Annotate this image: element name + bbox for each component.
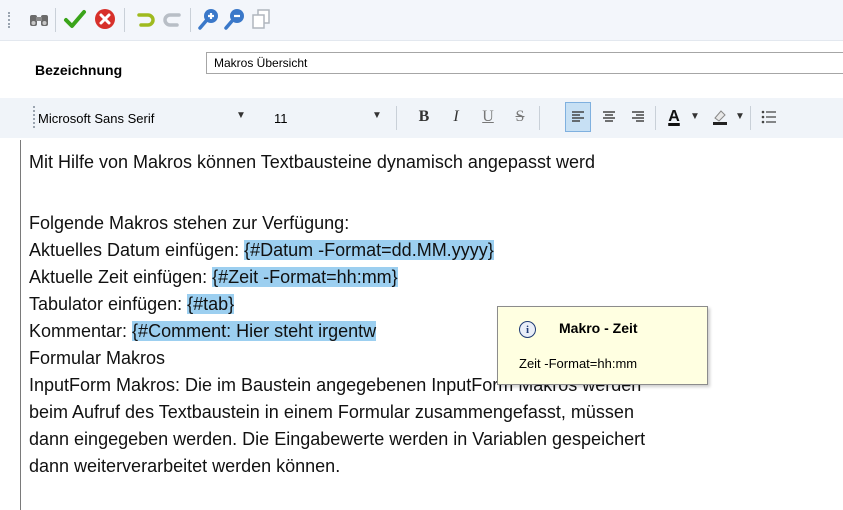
editor-line: beim Aufruf des Textbaustein in einem Fo…: [29, 402, 634, 422]
highlight-chevron-down-icon[interactable]: ▼: [735, 111, 745, 122]
name-field[interactable]: [206, 52, 843, 74]
binoculars-icon[interactable]: [26, 6, 52, 32]
zoom-out-icon[interactable]: [222, 6, 248, 32]
bold-button[interactable]: B: [411, 102, 437, 132]
align-center-button[interactable]: [596, 102, 622, 132]
macro-comment[interactable]: {#Comment: Hier steht irgentw: [132, 321, 377, 341]
editor-line: Aktuelles Datum einfügen: {#Datum -Forma…: [29, 240, 494, 261]
align-center-icon: [603, 111, 615, 122]
macro-line-label: Aktuelles Datum einfügen:: [29, 240, 245, 260]
font-chevron-down-icon[interactable]: ▼: [236, 110, 246, 121]
editor-line: Aktuelle Zeit einfügen: {#Zeit -Format=h…: [29, 267, 398, 288]
macro-tooltip: i Makro - Zeit Zeit -Format=hh:mm: [497, 306, 708, 385]
rich-text-editor[interactable]: Mit Hilfe von Makros können Textbaustein…: [20, 140, 843, 510]
font-family-select[interactable]: Microsoft Sans Serif: [38, 111, 154, 126]
info-icon: i: [519, 321, 536, 338]
bullet-list-button[interactable]: [756, 102, 782, 132]
macro-datum[interactable]: {#Datum -Format=dd.MM.yyyy}: [244, 240, 494, 260]
editor-line: Tabulator einfügen: {#tab}: [29, 294, 235, 315]
align-right-button[interactable]: [625, 102, 651, 132]
redo-icon[interactable]: [160, 6, 186, 32]
align-left-button[interactable]: [565, 102, 591, 132]
name-label: Bezeichnung: [35, 62, 123, 78]
font-color-chevron-down-icon[interactable]: ▼: [690, 111, 700, 122]
italic-button[interactable]: I: [443, 102, 469, 132]
align-left-icon: [572, 111, 584, 122]
editor-line: dann weiterverarbeitet werden können.: [29, 456, 341, 476]
strikethrough-button[interactable]: S: [507, 102, 533, 132]
main-toolbar: [0, 0, 843, 41]
zoom-in-icon[interactable]: [196, 6, 222, 32]
toolbar-grip[interactable]: [8, 12, 13, 28]
check-icon[interactable]: [62, 6, 88, 32]
editor-line: Mit Hilfe von Makros können Textbaustein…: [29, 152, 595, 172]
copy-icon[interactable]: [248, 6, 274, 32]
font-color-button[interactable]: A: [661, 102, 687, 132]
macro-line-label: Aktuelle Zeit einfügen:: [29, 267, 213, 287]
tooltip-title: Makro - Zeit: [559, 320, 638, 336]
align-right-icon: [632, 111, 644, 122]
macro-tab[interactable]: {#tab}: [187, 294, 235, 314]
highlight-color-button[interactable]: [707, 102, 733, 132]
bullet-list-icon: [761, 110, 776, 124]
tooltip-body: Zeit -Format=hh:mm: [519, 356, 638, 371]
editor-line: Folgende Makros stehen zur Verfügung:: [29, 213, 350, 233]
size-chevron-down-icon[interactable]: ▼: [372, 110, 382, 121]
underline-button[interactable]: U: [475, 102, 501, 132]
highlighter-icon: [713, 110, 727, 125]
font-size-select[interactable]: 11: [274, 111, 288, 126]
cancel-icon[interactable]: [92, 6, 118, 32]
macro-zeit[interactable]: {#Zeit -Format=hh:mm}: [212, 267, 398, 287]
editor-line: Formular Makros: [29, 348, 166, 368]
editor-line: Kommentar: {#Comment: Hier steht irgentw: [29, 321, 377, 342]
macro-line-label: Tabulator einfügen:: [29, 294, 188, 314]
editor-line: dann eingegeben werden. Die Eingabewerte…: [29, 429, 646, 449]
undo-icon[interactable]: [132, 6, 158, 32]
macro-line-label: Kommentar:: [29, 321, 133, 341]
